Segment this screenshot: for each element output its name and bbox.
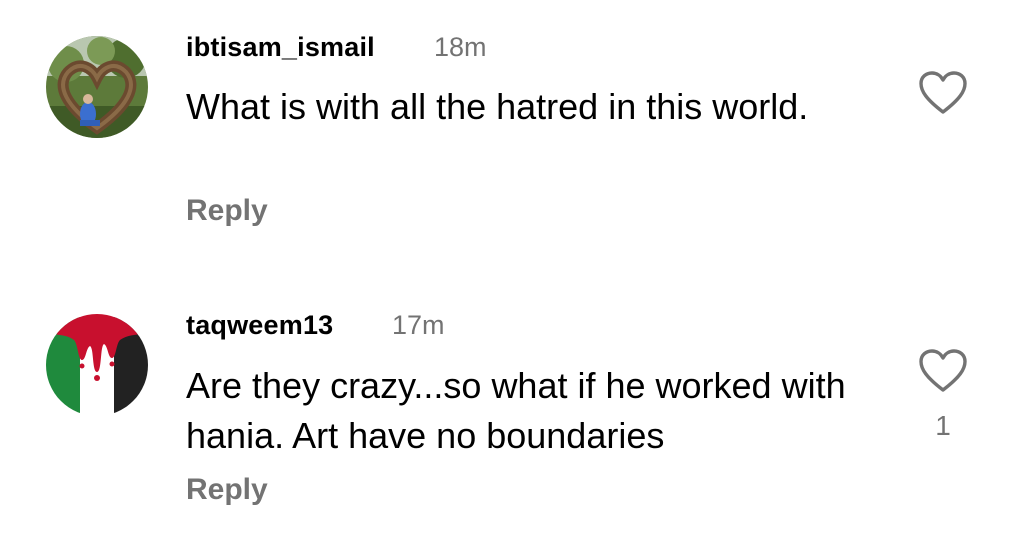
like-button[interactable] bbox=[918, 70, 968, 116]
comment-username[interactable]: taqweem13 bbox=[186, 310, 333, 341]
comment-text: Are they crazy...so what if he worked wi… bbox=[186, 365, 846, 456]
like-count: 1 bbox=[935, 410, 951, 441]
avatar-image bbox=[46, 36, 148, 138]
avatar[interactable] bbox=[46, 314, 148, 416]
comment-username[interactable]: ibtisam_ismail bbox=[186, 32, 375, 63]
like-button[interactable] bbox=[918, 348, 968, 394]
heart-outline-icon bbox=[919, 71, 967, 114]
comment-timestamp: 17m bbox=[392, 310, 445, 340]
reply-button[interactable]: Reply bbox=[186, 194, 268, 228]
avatar[interactable] bbox=[46, 36, 148, 138]
avatar-image bbox=[46, 314, 148, 416]
reply-button[interactable]: Reply bbox=[186, 473, 268, 507]
comment-item: taqweem13 17m Are they crazy...so what i… bbox=[0, 280, 1024, 542]
comment-item: ibtisam_ismail 18m What is with all the … bbox=[0, 0, 1024, 270]
comment-text: What is with all the hatred in this worl… bbox=[186, 86, 809, 127]
heart-outline-icon bbox=[919, 349, 967, 392]
comment-timestamp: 18m bbox=[434, 32, 487, 62]
